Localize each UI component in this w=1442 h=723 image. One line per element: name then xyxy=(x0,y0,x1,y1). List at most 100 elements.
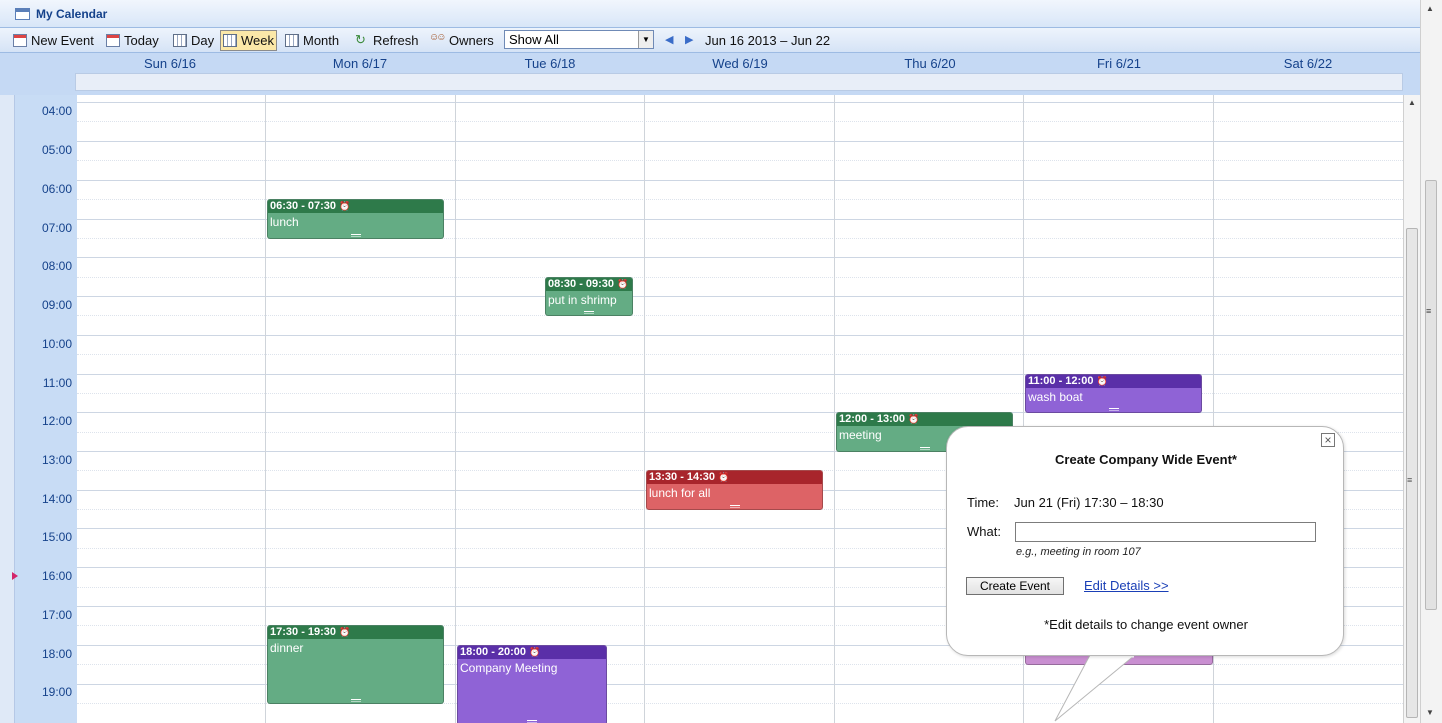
half-hour-line xyxy=(77,160,1403,161)
scrollbar-thumb[interactable] xyxy=(1406,228,1418,718)
owners-button[interactable]: Owners xyxy=(429,30,496,51)
calendar-app: My Calendar New Event Today Day Week Mon… xyxy=(0,0,1420,723)
grid-scrollbar[interactable]: ▲ ≡ xyxy=(1403,95,1420,723)
time-label: 14:00 xyxy=(41,492,72,506)
day-header-sat[interactable]: Sat 6/22 xyxy=(1213,56,1403,71)
scroll-grip-icon: ≡ xyxy=(1426,306,1432,316)
previous-week-arrow-icon[interactable]: ◀ xyxy=(665,33,673,46)
resize-handle[interactable] xyxy=(584,311,594,314)
day-view-button[interactable]: Day xyxy=(171,30,216,51)
month-view-button[interactable]: Month xyxy=(283,30,341,51)
calendar-icon xyxy=(15,8,30,20)
time-value: Jun 21 (Fri) 17:30 – 18:30 xyxy=(1014,495,1164,510)
date-range-label: Jun 16 2013 – Jun 22 xyxy=(705,33,831,48)
day-divider xyxy=(455,95,456,723)
hour-line xyxy=(77,412,1403,413)
day-divider xyxy=(834,95,835,723)
day-header-fri[interactable]: Fri 6/21 xyxy=(1024,56,1214,71)
day-header-tue[interactable]: Tue 6/18 xyxy=(455,56,645,71)
refresh-button[interactable]: Refresh xyxy=(353,30,421,51)
scroll-grip-icon: ≡ xyxy=(1407,475,1413,485)
day-header-thu[interactable]: Thu 6/20 xyxy=(835,56,1025,71)
owner-filter-select[interactable]: Show All ▼ xyxy=(504,30,654,49)
time-label: 10:00 xyxy=(41,337,72,351)
day-view-icon xyxy=(173,34,187,47)
resize-handle[interactable] xyxy=(350,699,361,702)
scrollbar-thumb[interactable] xyxy=(1425,180,1437,610)
half-hour-line xyxy=(77,121,1403,122)
create-event-button[interactable]: Create Event xyxy=(966,577,1064,595)
alarm-icon: ⏰ xyxy=(339,627,351,637)
owners-icon xyxy=(429,32,445,47)
half-hour-line xyxy=(77,277,1403,278)
week-view-button[interactable]: Week xyxy=(220,30,277,51)
hour-line xyxy=(77,257,1403,258)
month-view-icon xyxy=(285,34,299,47)
time-label: 11:00 xyxy=(42,376,72,390)
time-label: 19:00 xyxy=(41,685,72,699)
resize-handle[interactable] xyxy=(1108,408,1119,411)
time-label: Time: xyxy=(967,495,1000,510)
all-day-strip[interactable] xyxy=(75,73,1403,91)
what-label: What: xyxy=(967,524,1001,539)
half-hour-line xyxy=(77,393,1403,394)
create-event-popup: × Create Company Wide Event* Time: Jun 2… xyxy=(946,426,1344,656)
event-wash-boat[interactable]: 11:00 - 12:00 ⏰ wash boat xyxy=(1025,374,1202,413)
hour-line xyxy=(77,296,1403,297)
half-hour-line xyxy=(77,354,1403,355)
close-icon[interactable]: × xyxy=(1321,433,1335,447)
current-time-marker-icon xyxy=(12,572,18,580)
hour-line xyxy=(77,374,1403,375)
event-company-meeting[interactable]: 18:00 - 20:00 ⏰ Company Meeting xyxy=(457,645,607,723)
alarm-icon: ⏰ xyxy=(908,414,920,424)
day-header-mon[interactable]: Mon 6/17 xyxy=(265,56,455,71)
time-label: 17:00 xyxy=(41,608,72,622)
alarm-icon: ⏰ xyxy=(617,279,629,289)
popup-tail xyxy=(1054,655,1136,722)
day-header-sun[interactable]: Sun 6/16 xyxy=(75,56,265,71)
alarm-icon: ⏰ xyxy=(1096,376,1108,386)
resize-handle[interactable] xyxy=(350,234,361,237)
day-header-wed[interactable]: Wed 6/19 xyxy=(645,56,835,71)
event-dinner[interactable]: 17:30 - 19:30 ⏰ dinner xyxy=(267,625,444,704)
hour-line xyxy=(77,102,1403,103)
event-lunch[interactable]: 06:30 - 07:30 ⏰ lunch xyxy=(267,199,444,239)
resize-handle[interactable] xyxy=(919,447,930,450)
event-lunch-for-all[interactable]: 13:30 - 14:30 ⏰ lunch for all xyxy=(646,470,823,510)
owner-note: *Edit details to change event owner xyxy=(1044,617,1248,632)
time-label: 15:00 xyxy=(41,530,72,544)
alarm-icon: ⏰ xyxy=(529,647,541,657)
time-label: 18:00 xyxy=(41,647,72,661)
event-put-in-shrimp[interactable]: 08:30 - 09:30 ⏰ put in shrimp xyxy=(545,277,633,316)
what-hint: e.g., meeting in room 107 xyxy=(1016,546,1141,558)
scroll-down-icon[interactable]: ▼ xyxy=(1426,708,1434,717)
resize-handle[interactable] xyxy=(729,505,740,508)
day-headers: Sun 6/16 Mon 6/17 Tue 6/18 Wed 6/19 Thu … xyxy=(0,53,1420,95)
time-label: 04:00 xyxy=(41,104,72,118)
alarm-icon: ⏰ xyxy=(339,201,351,211)
popup-title: Create Company Wide Event* xyxy=(1055,452,1237,467)
hour-line xyxy=(77,335,1403,336)
chevron-down-icon[interactable]: ▼ xyxy=(638,31,653,48)
day-divider xyxy=(644,95,645,723)
time-label: 13:00 xyxy=(41,453,72,467)
edit-details-link[interactable]: Edit Details >> xyxy=(1084,578,1169,593)
scroll-up-icon[interactable]: ▲ xyxy=(1426,4,1434,13)
hour-line xyxy=(77,180,1403,181)
time-label: 08:00 xyxy=(41,259,72,273)
refresh-icon xyxy=(355,32,369,48)
what-input[interactable] xyxy=(1015,522,1316,542)
alarm-icon: ⏰ xyxy=(718,472,730,482)
next-week-arrow-icon[interactable]: ▶ xyxy=(685,33,693,46)
time-label: 07:00 xyxy=(41,221,72,235)
time-label: 06:00 xyxy=(41,182,72,196)
week-view-icon xyxy=(223,34,237,47)
page-scrollbar[interactable]: ▲ ≡ ▼ xyxy=(1420,0,1442,723)
time-label: 09:00 xyxy=(41,298,72,312)
time-label: 12:00 xyxy=(41,414,72,428)
new-event-icon xyxy=(13,34,27,47)
new-event-button[interactable]: New Event xyxy=(11,30,96,51)
today-button[interactable]: Today xyxy=(104,30,161,51)
scroll-up-icon[interactable]: ▲ xyxy=(1408,98,1416,107)
title-bar: My Calendar xyxy=(0,0,1420,28)
